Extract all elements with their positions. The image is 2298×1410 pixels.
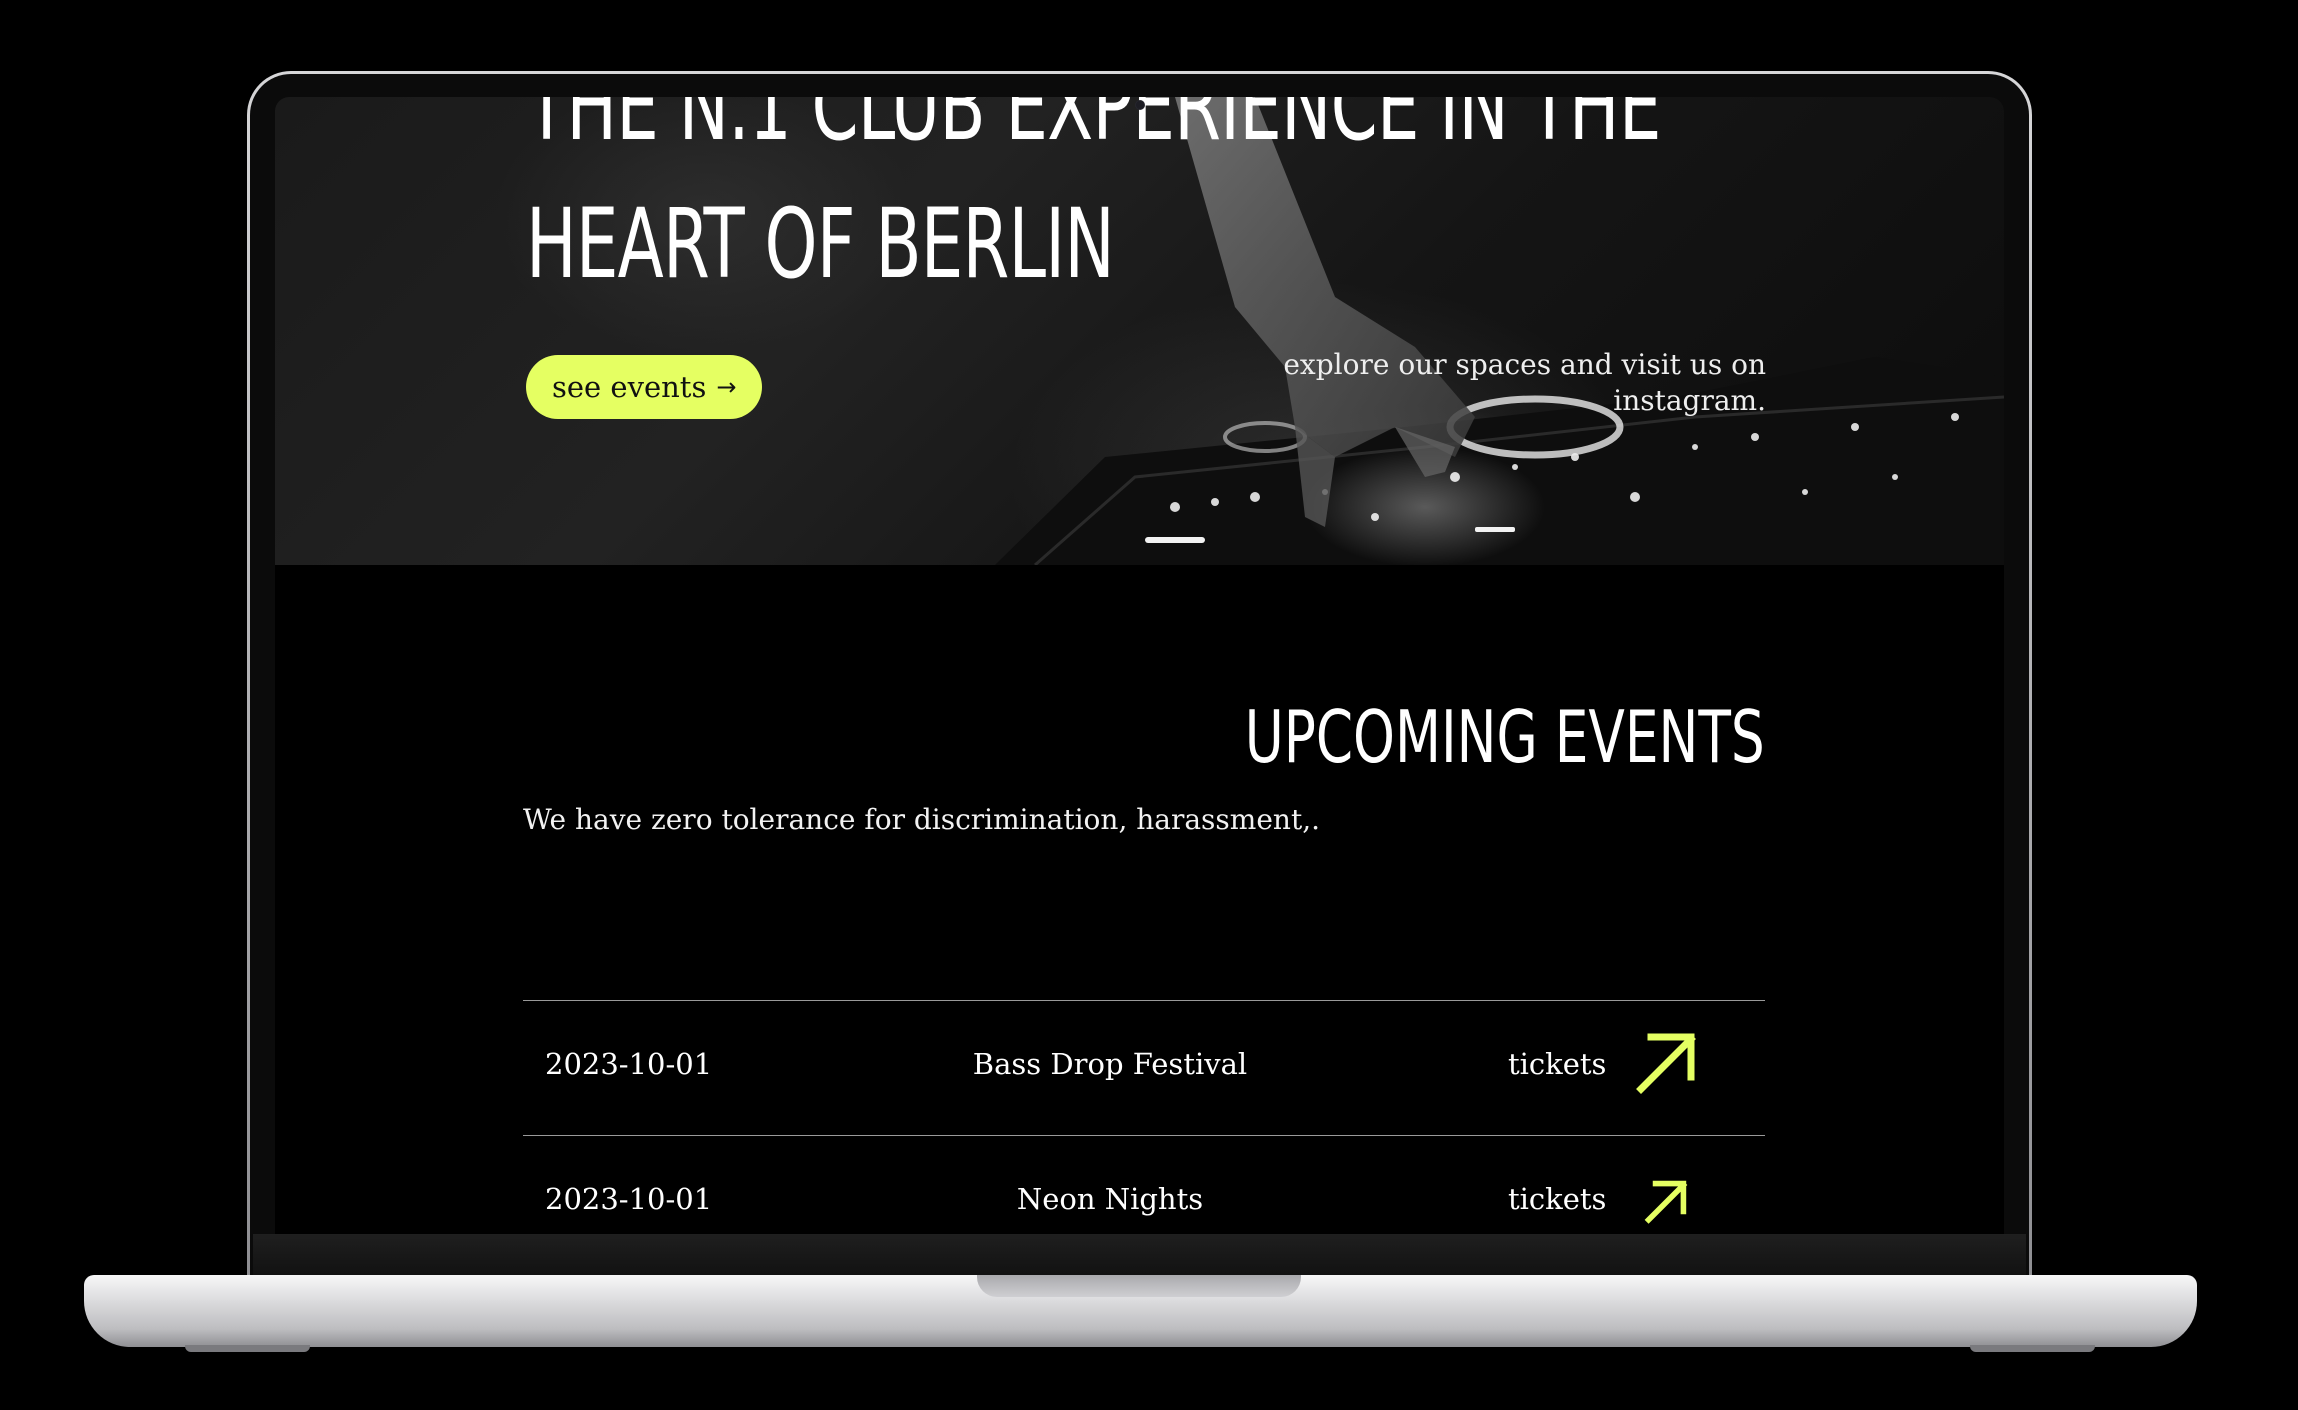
hero-title: THE N.1 CLUB EXPERIENCE IN THE HEART OF … [526,97,1774,313]
instagram-invite-text: explore our spaces and visit us on insta… [1283,348,1766,417]
event-date: 2023-10-01 [545,1047,713,1081]
laptop-chin [253,1234,2026,1275]
event-name: Neon Nights [1016,1182,1204,1216]
upcoming-events-title: UPCOMING EVENTS [1244,695,1765,779]
tickets-link[interactable]: tickets [1508,1182,1606,1216]
tickets-link[interactable]: tickets [1508,1047,1606,1081]
browser-viewport[interactable]: THE N.1 CLUB EXPERIENCE IN THE HEART OF … [275,97,2004,1234]
see-events-label: see events [552,370,707,404]
event-row[interactable]: 2023-10-01 Bass Drop Festival tickets [523,1000,1765,1135]
policy-text: We have zero tolerance for discriminatio… [523,803,1321,836]
camera-icon [1136,101,1144,109]
event-date: 2023-10-01 [545,1182,713,1216]
arrow-up-right-icon[interactable] [1643,1178,1689,1224]
see-events-button[interactable]: see events → [526,355,763,419]
event-name: Bass Drop Festival [972,1047,1248,1081]
laptop-opening-notch [977,1275,1301,1297]
laptop-foot-right [1970,1345,2095,1352]
events-list: 2023-10-01 Bass Drop Festival tickets 20… [523,1000,1765,1234]
hero-section: THE N.1 CLUB EXPERIENCE IN THE HEART OF … [275,97,2004,565]
event-row[interactable]: 2023-10-01 Neon Nights tickets [523,1135,1765,1234]
hero-title-line-1: THE N.1 CLUB EXPERIENCE IN THE [526,97,1661,162]
arrow-up-right-icon[interactable] [1633,1029,1699,1095]
laptop-foot-left [185,1345,310,1352]
hero-title-line-2: HEART OF BERLIN [526,188,1115,300]
arrow-right-icon: → [716,373,737,401]
